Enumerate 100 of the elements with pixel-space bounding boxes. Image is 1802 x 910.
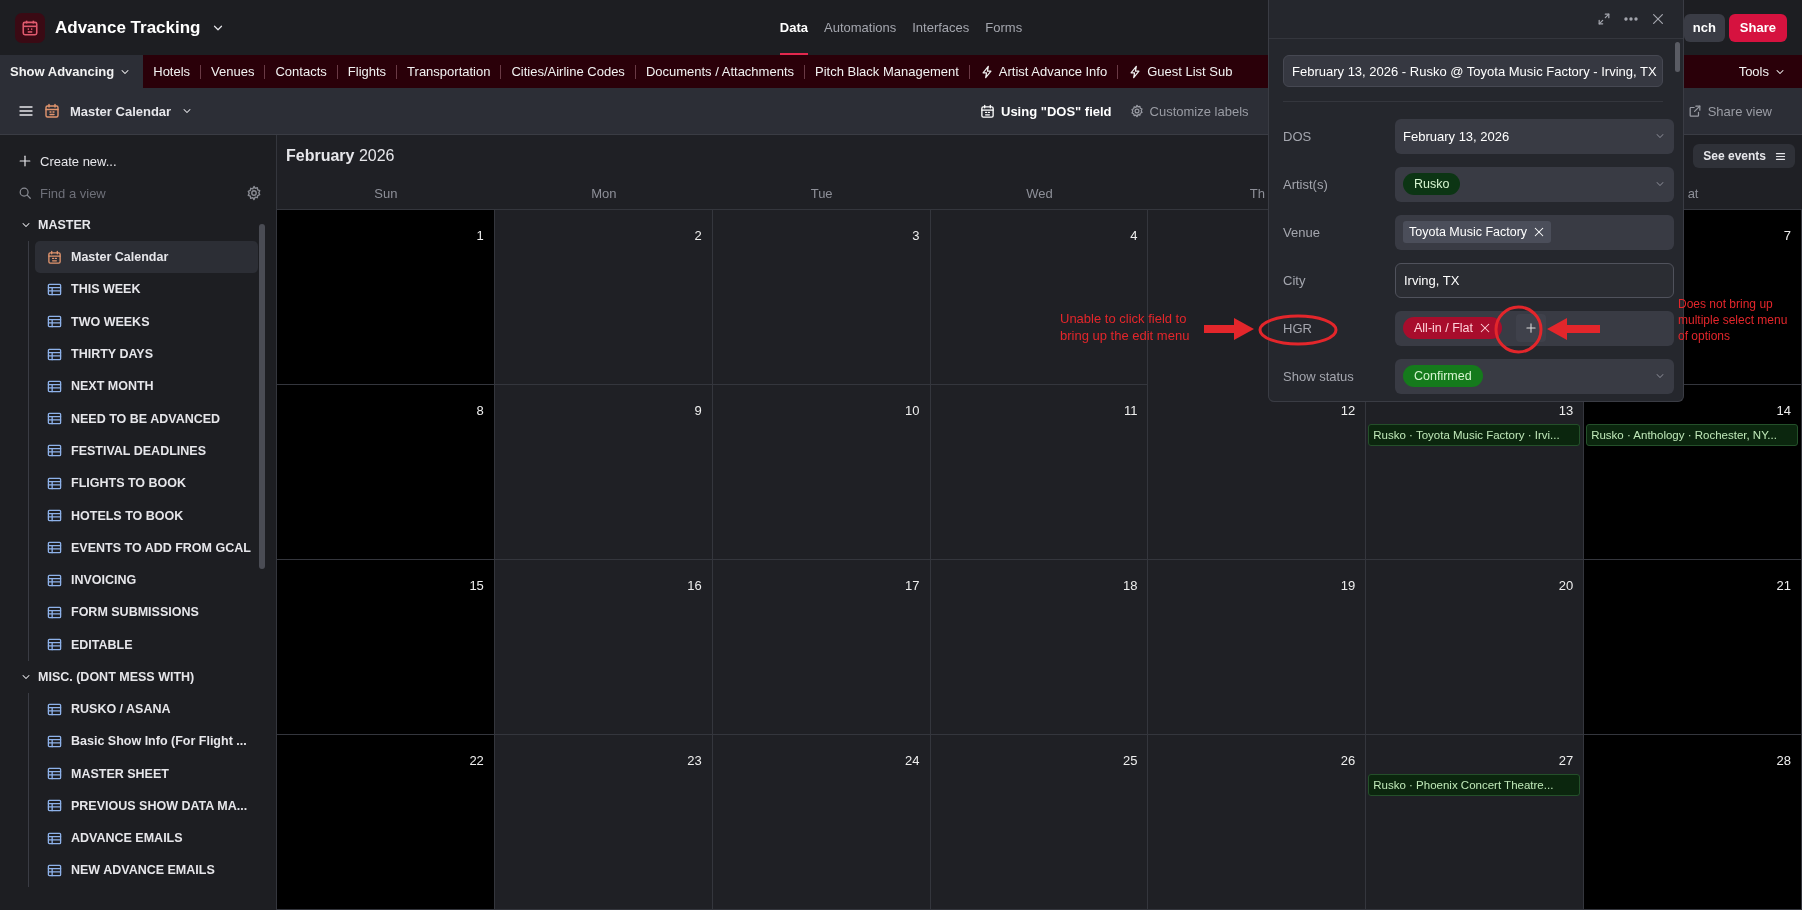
add-button[interactable] [1516,314,1547,342]
section-header[interactable]: MISC. (DONT MESS WITH) [0,660,195,693]
day-number: 10 [905,403,921,418]
annotation-arrow [1204,318,1254,340]
weekday-label: Wed [1026,185,1053,201]
scrollbar-thumb[interactable] [1675,42,1680,72]
table-tab[interactable]: Cities/Airline Codes [501,55,635,88]
scrollbar-thumb[interactable] [259,224,265,569]
table-tab[interactable]: Contacts [265,55,337,88]
nav-tab[interactable]: Forms [985,0,1023,55]
day-number: 7 [1783,228,1792,243]
day-number: 11 [1123,403,1139,418]
nav-tab[interactable]: Interfaces [912,0,970,55]
day-number: 26 [1340,753,1357,768]
view-item[interactable]: PREVIOUS SHOW DATA MA... [35,789,258,823]
day-number: 16 [687,578,703,593]
text-field[interactable]: Irving, TX [1395,262,1674,298]
day-number: 21 [1776,578,1792,593]
grid-icon [47,733,62,749]
see-events-button[interactable]: See events [1693,144,1795,169]
table-tab[interactable]: Flights [337,55,397,88]
header-button[interactable]: nch [1683,13,1725,42]
weekday-label: Tue [810,185,833,201]
table-tab[interactable]: Artist Advance Info [969,55,1118,88]
section-header[interactable]: MASTER [0,209,91,241]
base-title: Advance Tracking [55,17,201,38]
day-number: 27 [1558,753,1575,768]
table-tab[interactable]: Hotels [143,55,201,88]
close-icon[interactable] [1651,12,1665,26]
app-logo-icon[interactable] [15,12,45,43]
grid-icon [47,637,62,653]
day-number: 4 [1130,228,1139,243]
view-item[interactable]: HOTELS TO BOOK [35,499,258,532]
create-new-button[interactable]: Create new... [0,145,117,177]
select-field[interactable]: Confirmed [1395,358,1674,394]
grid-icon [47,604,62,620]
day-number: 20 [1558,578,1575,593]
table-tab[interactable]: Guest List Sub [1118,55,1243,88]
date-field-button[interactable]: Using "DOS" field [980,103,1112,119]
day-number: 2 [694,228,703,243]
tools-menu[interactable]: Tools [1728,55,1802,88]
expand-icon[interactable] [1597,12,1611,26]
view-item[interactable]: Master Calendar [35,241,258,274]
day-number: 22 [469,753,485,768]
view-item[interactable]: FLIGHTS TO BOOK [35,467,258,500]
search-icon [18,186,32,200]
grid-icon [47,572,62,588]
table-tab[interactable]: Pitch Black Management [805,55,969,88]
view-item[interactable]: NEXT MONTH [35,370,258,403]
date-field[interactable]: February 13, 2026 [1395,118,1674,154]
view-item[interactable]: Basic Show Info (For Flight ... [35,725,258,758]
menu-icon[interactable] [18,103,34,119]
nav-tab[interactable]: Automations [824,0,897,55]
view-item[interactable]: THIRTY DAYS [35,337,258,371]
settings-icon[interactable] [246,185,262,201]
remove-icon[interactable] [1533,226,1546,238]
view-item[interactable]: RUSKO / ASANA [35,692,258,726]
customize-labels-button[interactable]: Customize labels [1129,103,1249,119]
grid-icon [47,281,62,297]
view-item[interactable]: EVENTS TO ADD FROM GCAL [35,531,258,564]
table-tab[interactable]: Transportation [397,55,501,88]
grid-icon [47,314,62,330]
day-number: 9 [694,403,703,418]
table-tab[interactable]: Documents / Attachments [635,55,804,88]
table-tab[interactable]: Show Advancing [0,55,144,88]
view-item[interactable]: FESTIVAL DEADLINES [35,434,258,468]
select-field[interactable]: Rusko [1395,166,1674,202]
view-item[interactable]: ADVANCE EMAILS [35,822,258,855]
view-item[interactable]: MASTER SHEET [35,757,258,790]
share-button[interactable]: Share [1728,13,1787,42]
annotation-arrow [1547,318,1600,340]
day-number: 15 [469,578,485,593]
view-item[interactable]: EDITABLE [35,628,258,661]
view-item[interactable]: TWO WEEKS [35,305,258,338]
share-view-button[interactable]: Share view [1687,103,1772,119]
view-item[interactable]: THIS WEEK [35,273,258,306]
select-field[interactable]: All-in / Flat [1395,310,1674,346]
table-tab[interactable]: Venues [201,55,265,88]
record-title-field[interactable]: February 13, 2026 - Rusko @ Toyota Music Factory - Irving, TX [1283,55,1663,87]
grid-icon [47,798,62,814]
remove-icon[interactable] [1479,322,1492,334]
view-switcher[interactable]: Master Calendar [44,103,194,119]
field-label: Show status [1283,368,1355,384]
annotation-note: Unable to click field to bring up the edit menu [1060,310,1190,344]
view-item[interactable]: FORM SUBMISSIONS [35,596,258,629]
calendar-event[interactable]: Rusko · Phoenix Concert Theatre... [1368,774,1581,796]
view-item[interactable]: NEW ADVANCE EMAILS [35,854,258,887]
search-field[interactable]: Find a view [40,185,238,201]
view-item[interactable]: NEED TO BE ADVANCED [35,402,258,435]
calendar-event[interactable]: Rusko · Anthology · Rochester, NY... [1586,424,1798,446]
day-number: 19 [1340,578,1357,593]
calendar-event[interactable]: Rusko · Toyota Music Factory · Irvi... [1368,424,1581,446]
field-label: Artist(s) [1283,176,1329,192]
day-number: 17 [905,578,921,593]
grid-icon [47,411,62,427]
view-item[interactable]: INVOICING [35,563,258,597]
select-field[interactable]: Toyota Music Factory [1395,214,1674,250]
weekday-label: at [1687,185,1699,201]
field-label: DOS [1283,128,1313,144]
day-number: 28 [1776,753,1792,768]
